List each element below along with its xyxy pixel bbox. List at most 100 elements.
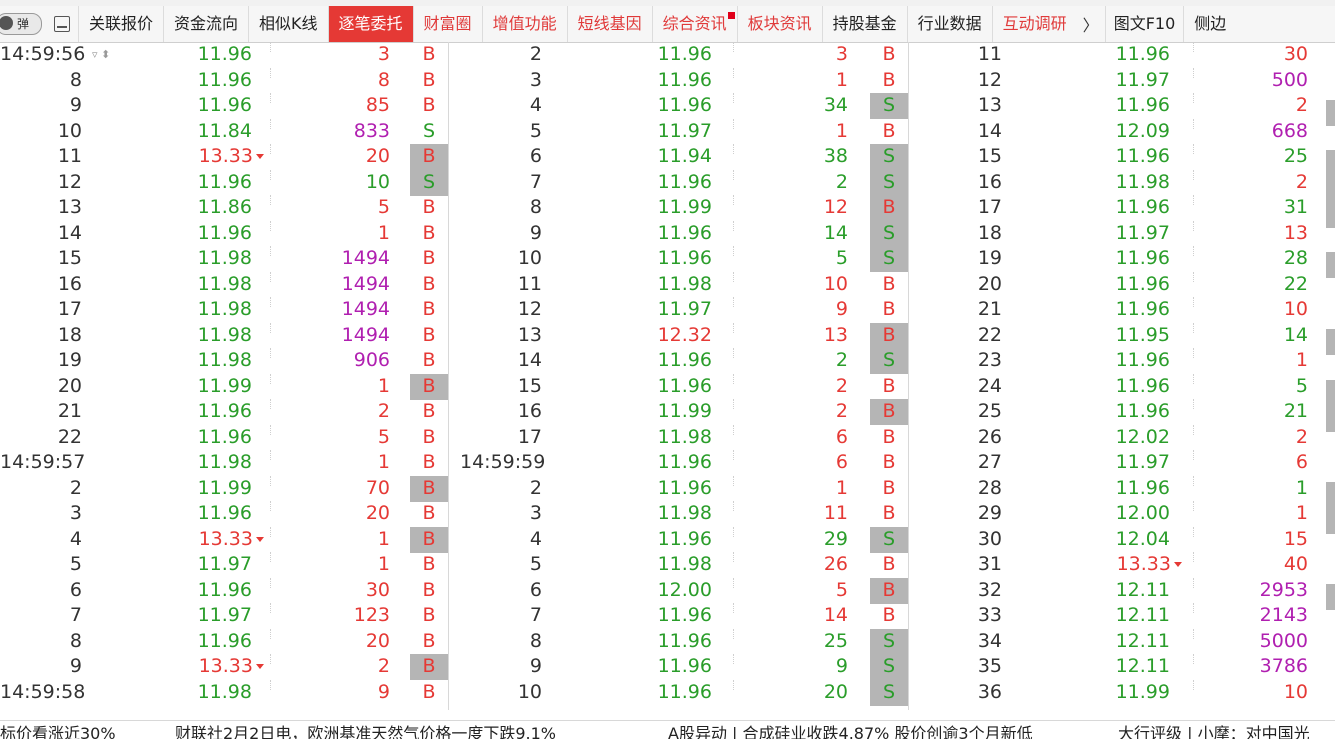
table-row[interactable]: 21 11.96 10 (908, 297, 1335, 323)
more-tabs-chevron-icon[interactable]: 〉 (1077, 12, 1105, 36)
table-row[interactable]: 13 11.96 2 (908, 93, 1335, 119)
tab-9[interactable]: 板块资讯 (736, 6, 822, 42)
table-row[interactable]: 36 11.99 10 (908, 679, 1335, 706)
table-row[interactable]: 9 11.96 85 B (0, 93, 448, 119)
tab-2[interactable]: 资金流向 (163, 6, 248, 42)
table-row[interactable]: 14 11.96 2 S (448, 348, 908, 374)
table-row[interactable]: 7 11.96 14 B (448, 603, 908, 629)
table-row[interactable]: 8 11.96 25 S (448, 628, 908, 655)
table-row[interactable]: 28 11.96 1 (908, 475, 1335, 502)
table-row[interactable]: 8 11.96 20 B (0, 628, 448, 655)
table-row[interactable]: 18 11.97 13 (908, 220, 1335, 247)
table-row[interactable]: 3 11.98 11 B (448, 501, 908, 527)
tab-11[interactable]: 行业数据 (906, 6, 992, 42)
table-row[interactable]: 14 11.96 1 B (0, 220, 448, 247)
popup-toggle[interactable]: 弹 (0, 13, 42, 35)
table-row[interactable]: 10 11.96 5 S (448, 246, 908, 272)
table-row[interactable]: 17 11.96 31 (908, 195, 1335, 221)
tab-6[interactable]: 增值功能 (481, 6, 567, 42)
tab-1[interactable]: 关联报价 (78, 6, 163, 42)
table-row[interactable]: 32 12.11 2953 (908, 577, 1335, 604)
table-row[interactable]: 17 11.98 1494 B (0, 297, 448, 323)
table-row[interactable]: 15 11.96 2 B (448, 373, 908, 400)
ticker-item[interactable]: 财联社2月2日电，欧洲基准天然气价格一度下跌9.1% (175, 721, 556, 739)
table-row[interactable]: 16 11.99 2 B (448, 399, 908, 425)
table-row[interactable]: 4 11.96 34 S (448, 93, 908, 119)
table-row[interactable]: 15 11.98 1494 B (0, 246, 448, 272)
ticker-item[interactable]: A股异动 | 合成硅业收跌4.87% 股价创逾3个月新低 (668, 721, 1033, 739)
table-row[interactable]: 6 11.94 38 S (448, 144, 908, 170)
table-row[interactable]: 13 11.86 5 B (0, 195, 448, 221)
table-row[interactable]: 25 11.96 21 (908, 399, 1335, 425)
table-row[interactable]: 9 11.96 14 S (448, 220, 908, 247)
tab-8[interactable]: 综合资讯 (651, 6, 737, 42)
table-row[interactable]: 8 11.96 8 B (0, 67, 448, 94)
table-row[interactable]: 9 11.96 9 S (448, 654, 908, 680)
table-row[interactable]: 12 11.97 500 (908, 67, 1335, 94)
table-row[interactable]: 8 11.99 12 B (448, 195, 908, 221)
table-row[interactable]: 14 12.09 668 (908, 118, 1335, 145)
minimize-icon[interactable] (54, 16, 70, 32)
table-row[interactable]: 11 11.96 30 (908, 42, 1335, 68)
table-row[interactable]: 13 12.32 13 B (448, 322, 908, 349)
table-row[interactable]: 15 11.96 25 (908, 144, 1335, 170)
table-row[interactable]: 12 11.97 9 B (448, 297, 908, 323)
table-row[interactable]: 5 11.97 1 B (448, 118, 908, 145)
tab-12[interactable]: 互动调研 (991, 6, 1077, 42)
extra-tab-1[interactable]: 图文F10 (1104, 6, 1184, 42)
table-row[interactable]: 11 11.98 10 B (448, 271, 908, 298)
table-row[interactable]: 27 11.97 6 (908, 450, 1335, 476)
filter-sort-icon[interactable]: ▿ ⬍ (92, 42, 110, 68)
table-row[interactable]: 6 12.00 5 B (448, 577, 908, 604)
table-row[interactable]: 7 11.97 123 B (0, 603, 448, 629)
table-row[interactable]: 21 11.96 2 B (0, 399, 448, 425)
table-row[interactable]: 14:59:59 11.96 6 B (448, 450, 908, 476)
table-row[interactable]: 19 11.98 906 B (0, 348, 448, 374)
table-row[interactable]: 3 11.96 1 B (448, 67, 908, 94)
table-row[interactable]: 20 11.96 22 (908, 271, 1335, 298)
ticker-item[interactable]: 标价看涨近30% (0, 721, 116, 739)
table-row[interactable]: 10 11.84 833 S (0, 118, 448, 145)
table-row[interactable]: 16 11.98 1494 B (0, 271, 448, 298)
table-row[interactable]: 31 13.33 40 (908, 552, 1335, 578)
table-row[interactable]: 10 11.96 20 S (448, 679, 908, 706)
news-ticker[interactable]: 标价看涨近30% 财联社2月2日电，欧洲基准天然气价格一度下跌9.1% A股异动 |… (0, 720, 1335, 739)
table-row[interactable]: 4 11.96 29 S (448, 526, 908, 553)
table-row[interactable]: 2 11.99 70 B (0, 475, 448, 502)
table-row[interactable]: 20 11.99 1 B (0, 373, 448, 400)
tab-3[interactable]: 相似K线 (248, 6, 328, 42)
table-row[interactable]: 12 11.96 10 S (0, 169, 448, 196)
table-row[interactable]: 6 11.96 30 B (0, 577, 448, 604)
tab-10[interactable]: 持股基金 (821, 6, 907, 42)
table-row[interactable]: 2 11.96 3 B (448, 42, 908, 68)
tab-4[interactable]: 逐笔委托 (327, 6, 413, 42)
table-row[interactable]: 26 12.02 2 (908, 424, 1335, 451)
table-row[interactable]: 22 11.96 5 B (0, 424, 448, 451)
table-row[interactable]: 34 12.11 5000 (908, 628, 1335, 655)
table-row[interactable]: 9 13.33 2 B (0, 654, 448, 680)
table-row[interactable]: 35 12.11 3786 (908, 654, 1335, 680)
ticker-item[interactable]: 大行评级 | 小摩：对中国光 (1118, 721, 1310, 739)
table-row[interactable]: 22 11.95 14 (908, 322, 1335, 349)
table-row[interactable]: 7 11.96 2 S (448, 169, 908, 196)
table-row[interactable]: 16 11.98 2 (908, 169, 1335, 196)
table-row[interactable]: 5 11.98 26 B (448, 552, 908, 578)
table-row[interactable]: 30 12.04 15 (908, 526, 1335, 553)
table-row[interactable]: 14:59:56 ▿ ⬍ 11.96 3 B (0, 42, 448, 68)
table-row[interactable]: 14:59:57 11.98 1 B (0, 450, 448, 476)
table-row[interactable]: 19 11.96 28 (908, 246, 1335, 272)
table-row[interactable]: 3 11.96 20 B (0, 501, 448, 527)
table-row[interactable]: 4 13.33 1 B (0, 526, 448, 553)
table-row[interactable]: 18 11.98 1494 B (0, 322, 448, 349)
table-row[interactable]: 33 12.11 2143 (908, 603, 1335, 629)
extra-tab-2[interactable]: 侧边 (1183, 6, 1236, 42)
table-row[interactable]: 29 12.00 1 (908, 501, 1335, 527)
table-row[interactable]: 14:59:58 11.98 9 B (0, 679, 448, 706)
table-row[interactable]: 11 13.33 20 B (0, 144, 448, 170)
table-row[interactable]: 17 11.98 6 B (448, 424, 908, 451)
table-row[interactable]: 23 11.96 1 (908, 348, 1335, 374)
table-row[interactable]: 2 11.96 1 B (448, 475, 908, 502)
table-row[interactable]: 5 11.97 1 B (0, 552, 448, 578)
tab-7[interactable]: 短线基因 (566, 6, 652, 42)
tab-5[interactable]: 财富圈 (412, 6, 482, 42)
